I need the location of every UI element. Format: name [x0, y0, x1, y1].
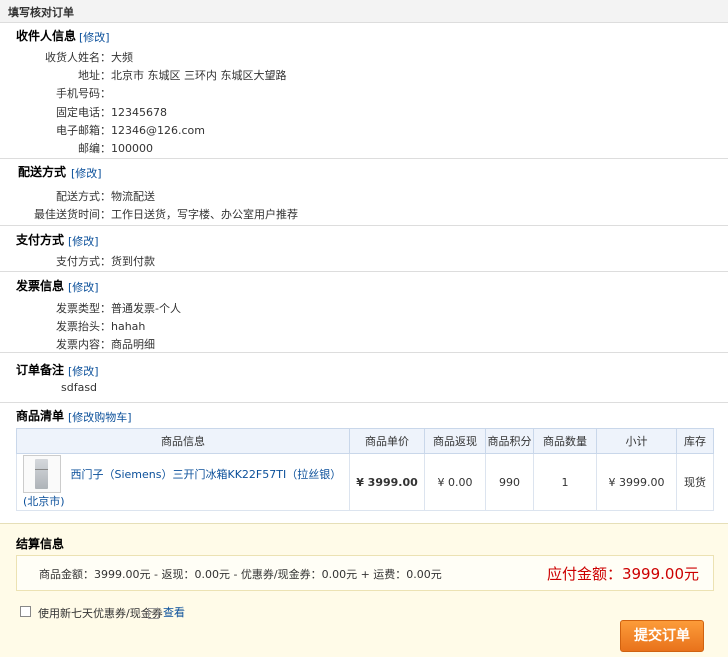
settlement-summary: 商品金额：3999.00元 - 返现：0.00元 - 优惠券/现金券：0.00元…	[39, 568, 442, 581]
delivery-section: 配送方式 [修改] 配送方式：物流配送 最佳送货时间：工作日送货，写字楼、办公室…	[0, 159, 728, 226]
col-header: 库存	[676, 428, 714, 454]
field-label: 收货人姓名：	[45, 51, 111, 64]
amount-due: 应付金额：3999.00元	[546, 565, 699, 583]
section-title: 订单备注	[16, 363, 65, 377]
col-header: 商品单价	[349, 428, 425, 454]
remark-section: 订单备注 [修改] sdfasd	[0, 353, 728, 403]
field-label: 发票类型：	[56, 302, 111, 315]
field-label: 发票内容：	[56, 338, 111, 351]
modify-delivery-link[interactable]: [修改]	[71, 165, 102, 181]
col-header: 小计	[596, 428, 677, 454]
fridge-image	[35, 459, 48, 489]
settlement-panel: 结算信息 商品金额：3999.00元 - 返现：0.00元 - 优惠券/现金券：…	[0, 523, 728, 657]
table-row: 西门子（Siemens）三开门冰箱KK22F57TI（拉丝银）(北京市) ¥ 3…	[16, 453, 714, 511]
unit-price: ¥ 3999.00	[349, 453, 425, 511]
section-title: 发票信息	[16, 279, 65, 293]
view-coupon-link[interactable]: − 查看	[148, 604, 185, 620]
settlement-title: 结算信息	[16, 537, 65, 551]
field-value: 商品明细	[111, 338, 155, 351]
product-thumbnail[interactable]	[23, 455, 61, 493]
col-header: 商品数量	[533, 428, 597, 454]
modify-remark-link[interactable]: [修改]	[68, 363, 99, 379]
items-table: 商品信息 商品单价 商品返现 商品积分 商品数量 小计 库存 西门子（Sieme…	[16, 428, 714, 511]
field-value: 12345678	[111, 106, 167, 119]
field-label: 邮编：	[78, 142, 111, 155]
field-value: hahah	[111, 320, 146, 333]
modify-payment-link[interactable]: [修改]	[68, 233, 99, 249]
field-value: 北京市 东城区 三环内 东城区大望路	[111, 69, 287, 82]
field-value: 货到付款	[111, 255, 155, 268]
receiver-section: 收件人信息 [修改] 收货人姓名：大频 地址：北京市 东城区 三环内 东城区大望…	[0, 23, 728, 159]
submit-order-button[interactable]: 提交订单	[620, 620, 704, 652]
field-label: 支付方式：	[56, 255, 111, 268]
points: 990	[485, 453, 534, 511]
invoice-section: 发票信息 [修改] 发票类型：普通发票-个人 发票抬头：hahah 发票内容：商…	[0, 272, 728, 353]
remark-text: sdfasd	[61, 381, 98, 394]
coupon-label: 使用新七天优惠券/现金券	[38, 607, 163, 620]
modify-invoice-link[interactable]: [修改]	[68, 279, 99, 295]
field-value: 大频	[111, 51, 133, 64]
field-label: 地址：	[78, 69, 111, 82]
subtotal: ¥ 3999.00	[596, 453, 677, 511]
collapse-icon: −	[148, 607, 159, 619]
field-label: 电子邮箱：	[56, 124, 111, 137]
col-header: 商品返现	[424, 428, 486, 454]
section-title: 配送方式	[18, 165, 67, 179]
field-label: 最佳送货时间：	[34, 208, 111, 221]
section-title: 收件人信息	[16, 29, 77, 43]
field-label: 固定电话：	[56, 106, 111, 119]
table-header-row: 商品信息 商品单价 商品返现 商品积分 商品数量 小计 库存	[16, 428, 714, 454]
field-value: 100000	[111, 142, 153, 155]
quantity: 1	[533, 453, 597, 511]
field-label: 发票抬头：	[56, 320, 111, 333]
modify-cart-link[interactable]: [修改购物车]	[68, 409, 132, 425]
field-label: 配送方式：	[56, 190, 111, 203]
stock-status: 现货	[676, 453, 714, 511]
field-label: 手机号码：	[56, 87, 111, 100]
field-value: 工作日送货，写字楼、办公室用户推荐	[111, 208, 298, 221]
items-title: 商品清单	[16, 409, 65, 423]
field-value: 12346@126.com	[111, 124, 205, 137]
field-value: 普通发票-个人	[111, 302, 181, 315]
product-name-link[interactable]: 西门子（Siemens）三开门冰箱KK22F57TI（拉丝银）(北京市)	[23, 468, 341, 508]
col-header: 商品积分	[485, 428, 534, 454]
section-title: 支付方式	[16, 233, 65, 247]
field-value: 物流配送	[111, 190, 155, 203]
coupon-checkbox[interactable]	[20, 606, 31, 617]
view-label: 查看	[163, 606, 185, 619]
page-header: 填写核对订单	[0, 0, 728, 23]
cashback: ¥ 0.00	[424, 453, 486, 511]
payment-section: 支付方式 [修改] 支付方式：货到付款	[0, 226, 728, 272]
product-cell: 西门子（Siemens）三开门冰箱KK22F57TI（拉丝银）(北京市)	[16, 453, 350, 511]
modify-receiver-link[interactable]: [修改]	[79, 29, 110, 45]
col-header: 商品信息	[16, 428, 350, 454]
page-title: 填写核对订单	[8, 6, 74, 19]
settlement-summary-box: 商品金额：3999.00元 - 返现：0.00元 - 优惠券/现金券：0.00元…	[16, 555, 714, 591]
